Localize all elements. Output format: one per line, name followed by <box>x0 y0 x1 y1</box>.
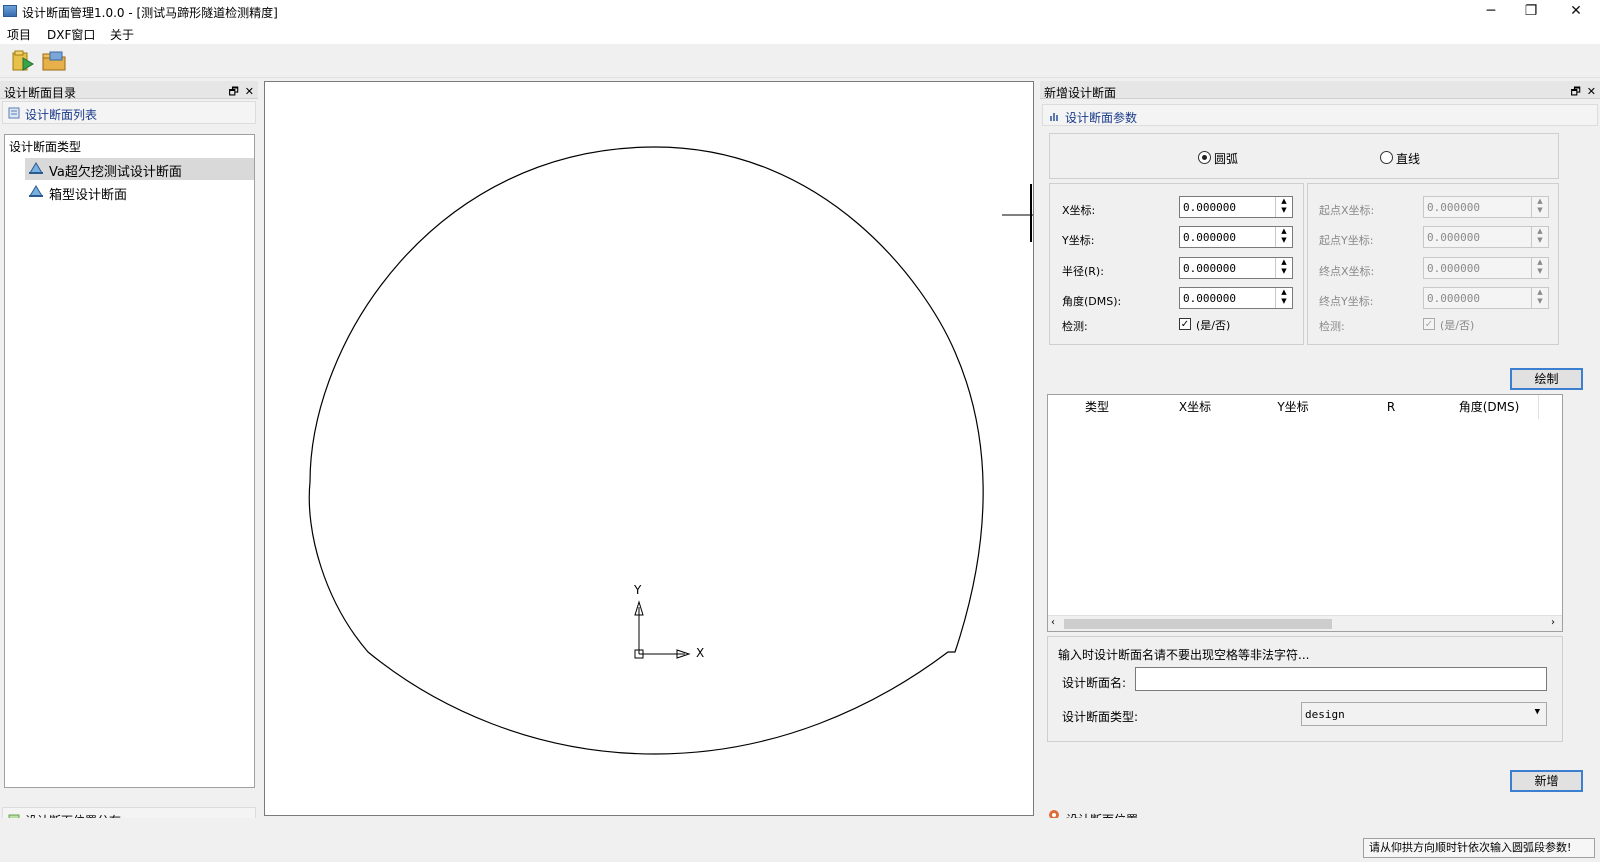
chevron-down-icon: ▼ <box>1534 707 1540 717</box>
right-panel-header: 新增设计断面 🗗 ✕ <box>1040 81 1600 100</box>
column-header-r[interactable]: R <box>1342 395 1441 419</box>
y-coord-label: Y坐标: <box>1062 234 1095 247</box>
section-info-group: 输入时设计断面名请不要出现空格等非法字符... 设计断面名: 设计断面类型: d… <box>1047 636 1563 742</box>
column-header-angle[interactable]: 角度(DMS) <box>1440 395 1539 419</box>
section-params-tab[interactable]: 设计断面参数 <box>1042 104 1598 126</box>
profile-outline <box>308 146 984 755</box>
line-radio-label: 直线 <box>1396 152 1421 166</box>
menu-bar: 项目 DXF窗口 关于 <box>0 24 1600 44</box>
start-x-spinner[interactable]: 0.000000 ▲ ▼ <box>1423 196 1549 218</box>
start-x-label: 起点X坐标: <box>1319 204 1375 217</box>
angle-label: 角度(DMS): <box>1062 295 1122 308</box>
menu-project[interactable]: 项目 <box>7 26 31 43</box>
tree-root[interactable]: 设计断面类型 <box>9 138 81 155</box>
left-panel-header: 设计断面目录 🗗 ✕ <box>0 81 258 100</box>
x-coord-spinner[interactable]: 0.000000 ▲ ▼ <box>1179 196 1293 218</box>
section-icon <box>29 162 43 174</box>
scroll-right-icon[interactable]: › <box>1551 617 1555 628</box>
restore-button[interactable]: ❐ <box>1508 0 1554 24</box>
ucs-y-label: Y <box>634 583 642 597</box>
x-coord-label: X坐标: <box>1062 204 1096 217</box>
segment-type-group: 圆弧 直线 <box>1049 133 1559 179</box>
line-params-group: 起点X坐标: 0.000000 ▲ ▼ 起点Y坐标: 0.000000 ▲ ▼ 终点X坐… <box>1307 183 1559 345</box>
section-icon <box>29 185 43 197</box>
draw-button[interactable]: 绘制 <box>1510 368 1583 390</box>
end-x-spinner[interactable]: 0.000000 ▲ ▼ <box>1423 257 1549 279</box>
left-panel-title: 设计断面目录 <box>4 86 77 100</box>
right-panel-title: 新增设计断面 <box>1044 86 1117 100</box>
detect-label: 检测: <box>1062 320 1088 333</box>
tunnel-profile-drawing <box>308 146 1033 755</box>
line-detect-label: 检测: <box>1319 320 1345 333</box>
y-coord-spinner[interactable]: 0.000000 ▲ ▼ <box>1179 226 1293 248</box>
column-header-type[interactable]: 类型 <box>1048 395 1147 419</box>
end-y-label: 终点Y坐标: <box>1319 295 1374 308</box>
section-type-label: 设计断面类型: <box>1062 710 1139 724</box>
panel-close-icon[interactable]: ✕ <box>1587 85 1596 98</box>
toolbar <box>0 44 1600 78</box>
window-title: 设计断面管理1.0.0 - [测试马蹄形隧道检测精度] <box>22 6 278 20</box>
column-header-y[interactable]: Y坐标 <box>1244 395 1343 419</box>
add-button[interactable]: 新增 <box>1510 770 1583 792</box>
radius-label: 半径(R): <box>1062 265 1104 278</box>
ucs-x-label: X <box>696 646 705 660</box>
section-name-input[interactable] <box>1135 667 1547 691</box>
section-label: 设计断面参数 <box>1065 111 1138 125</box>
horizontal-scrollbar[interactable]: ‹ › <box>1048 615 1562 631</box>
list-icon <box>8 107 20 119</box>
end-y-spinner[interactable]: 0.000000 ▲ ▼ <box>1423 287 1549 309</box>
start-y-label: 起点Y坐标: <box>1319 234 1374 247</box>
open-folder-icon[interactable] <box>11 50 35 72</box>
tree-item[interactable]: 箱型设计断面 <box>25 181 254 203</box>
arc-radio[interactable] <box>1198 151 1211 164</box>
section-label: 设计断面列表 <box>25 108 98 122</box>
start-y-spinner[interactable]: 0.000000 ▲ ▼ <box>1423 226 1549 248</box>
float-icon[interactable]: 🗗 <box>1570 85 1580 98</box>
design-section-list-tab[interactable]: 设计断面列表 <box>2 101 256 124</box>
section-type-tree: 设计断面类型 Va超欠挖测试设计断面 箱型设计断面 <box>4 134 255 788</box>
status-bar: 请从仰拱方向顺时针依次输入圆弧段参数! <box>0 818 1600 862</box>
section-type-select[interactable]: design ▼ <box>1301 702 1547 726</box>
hint-text: 输入时设计断面名请不要出现空格等非法字符... <box>1058 648 1310 662</box>
radius-spinner[interactable]: 0.000000 ▲ ▼ <box>1179 257 1293 279</box>
end-x-label: 终点X坐标: <box>1319 265 1375 278</box>
import-folder-icon[interactable] <box>42 50 66 72</box>
arc-params-group: X坐标: 0.000000 ▲ ▼ Y坐标: 0.000000 ▲ ▼ 半径(R): 0… <box>1049 183 1304 345</box>
chart-icon <box>1050 113 1058 121</box>
line-radio[interactable] <box>1380 151 1393 164</box>
float-icon[interactable]: 🗗 <box>228 85 238 98</box>
drawing-canvas[interactable]: Y X <box>264 81 1034 816</box>
column-header-x[interactable]: X坐标 <box>1146 395 1245 419</box>
scroll-left-icon[interactable]: ‹ <box>1051 617 1055 628</box>
segment-grid[interactable]: 类型 X坐标 Y坐标 R 角度(DMS) ‹ › <box>1047 394 1563 632</box>
detect-checkbox-label: (是/否) <box>1196 319 1231 332</box>
tree-item-label: Va超欠挖测试设计断面 <box>49 165 182 180</box>
arc-radio-label: 圆弧 <box>1214 152 1239 166</box>
section-type-value: design <box>1305 708 1345 721</box>
angle-spinner[interactable]: 0.000000 ▲ ▼ <box>1179 287 1293 309</box>
tree-item-label: 箱型设计断面 <box>49 188 128 203</box>
panel-close-icon[interactable]: ✕ <box>245 85 254 98</box>
line-detect-checkbox[interactable]: ✓ <box>1423 318 1435 330</box>
menu-about[interactable]: 关于 <box>110 26 134 43</box>
section-name-label: 设计断面名: <box>1062 676 1127 690</box>
status-message: 请从仰拱方向顺时针依次输入圆弧段参数! <box>1363 838 1595 858</box>
scroll-thumb[interactable] <box>1064 619 1332 629</box>
detect-checkbox[interactable]: ✓ <box>1179 318 1191 330</box>
line-detect-checkbox-label: (是/否) <box>1440 319 1475 332</box>
app-icon <box>3 5 17 17</box>
menu-dxf-window[interactable]: DXF窗口 <box>47 26 95 43</box>
title-bar: 设计断面管理1.0.0 - [测试马蹄形隧道检测精度] ─ ❐ ✕ <box>0 0 1600 24</box>
tree-item-selected[interactable]: Va超欠挖测试设计断面 <box>25 158 254 180</box>
close-button[interactable]: ✕ <box>1553 0 1599 24</box>
